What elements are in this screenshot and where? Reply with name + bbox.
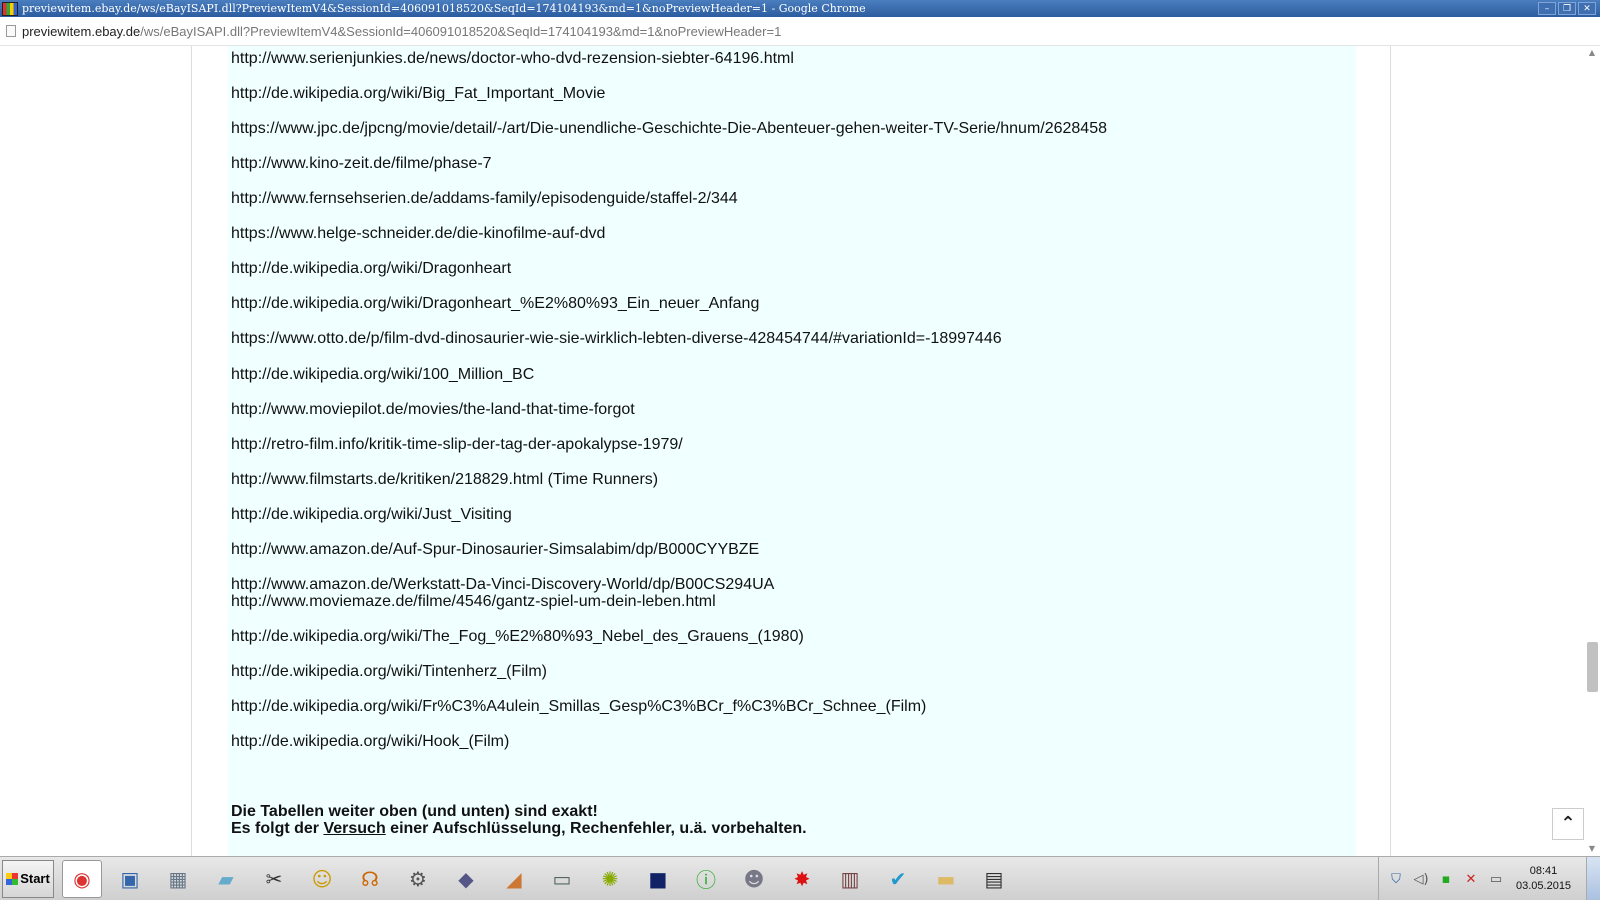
list-item: http://www.amazon.de/Werkstatt-Da-Vinci-… [231,576,775,593]
chrome-icon[interactable]: ◉ [62,859,102,898]
list-item: https://www.otto.de/p/film-dvd-dinosauri… [231,330,1002,347]
list-item: http://de.wikipedia.org/wiki/The_Fog_%E2… [231,628,804,645]
start-label: Start [20,871,50,886]
system-tray: ⛉ ◁) ▪ ✕ ▭ 08:41 03.05.2015 [1378,857,1600,900]
list-item: http://www.kino-zeit.de/filme/phase-7 [231,155,492,172]
splat-icon[interactable]: ✸ [782,860,822,898]
list-item: https://www.helge-schneider.de/die-kinof… [231,225,606,242]
page-frame-left [191,46,192,856]
address-bar[interactable]: previewitem.ebay.de/ws/eBayISAPI.dll?Pre… [0,17,1600,46]
list-item: http://de.wikipedia.org/wiki/Hook_(Film) [231,733,510,750]
graduation-icon[interactable]: ◆ [446,860,486,898]
list-item: http://www.moviemaze.de/filme/4546/gantz… [231,593,716,610]
list-item: http://www.filmstarts.de/kritiken/218829… [231,471,659,488]
scroll-thumb[interactable] [1587,642,1598,692]
list-item: http://de.wikipedia.org/wiki/Big_Fat_Imp… [231,85,606,102]
list-item: https://www.jpc.de/jpcng/movie/detail/-/… [231,120,1107,137]
list-item: http://retro-film.info/kritik-time-slip-… [231,436,683,453]
chrome-window-icon [2,1,18,16]
list-item: http://de.wikipedia.org/wiki/100_Million… [231,366,535,383]
window-title: previewitem.ebay.de/ws/eBayISAPI.dll?Pre… [22,2,866,15]
image-viewer-icon[interactable]: ▣ [110,860,150,898]
versuch-link[interactable]: Versuch [323,820,385,837]
scroll-up-arrow-icon[interactable]: ▲ [1584,46,1600,60]
list-item: http://de.wikipedia.org/wiki/Dragonheart [231,260,512,277]
settings-icon[interactable]: ⚙ [398,860,438,898]
page-icon [6,25,16,37]
page-viewport: http://www.serienjunkies.de/news/doctor-… [0,46,1584,856]
shield-icon[interactable]: ⛉ [1388,871,1404,887]
start-button[interactable]: Start [2,859,54,898]
notes-suffix: einer Aufschlüsselung, Rechenfehler, u.ä… [385,820,807,837]
notes-prefix: Es folgt der [231,820,324,837]
list-item: http://de.wikipedia.org/wiki/Dragonheart… [231,295,760,312]
notebook-icon[interactable]: ▰ [206,860,246,898]
list-item: http://www.serienjunkies.de/news/doctor-… [231,50,794,67]
clock-time: 08:41 [1529,865,1558,877]
list-item: http://www.moviepilot.de/movies/the-land… [231,401,635,418]
calculator-icon[interactable]: ▦ [158,860,198,898]
info-icon[interactable]: ⓘ [686,860,726,898]
show-desktop-button[interactable] [1586,857,1600,900]
puzzle-icon[interactable]: ◢ [494,860,534,898]
scroll-to-top-button[interactable]: ⌃ [1552,808,1584,840]
network-error-icon[interactable]: ✕ [1463,871,1479,887]
address-domain[interactable]: previewitem.ebay.de [22,24,140,39]
list-item: http://www.fernsehserien.de/addams-famil… [231,190,738,207]
twitter-icon[interactable]: ✔ [878,860,918,898]
vertical-scrollbar[interactable]: ▲ ▼ [1584,46,1600,856]
address-path[interactable]: /ws/eBayISAPI.dll?PreviewItemV4&SessionI… [140,24,781,39]
windows-flag-icon [6,872,19,885]
kindle-icon[interactable]: ■ [638,860,678,898]
window-icon[interactable]: ▭ [542,860,582,898]
folder-icon[interactable]: ▬ [926,860,966,898]
page-frame-right [1390,46,1391,856]
list-item: http://de.wikipedia.org/wiki/Tintenherz_… [231,663,547,680]
minimize-button[interactable]: – [1538,2,1556,15]
gpu-icon[interactable]: ▪ [1438,871,1454,887]
scroll-down-arrow-icon[interactable]: ▼ [1584,842,1600,856]
window-title-bar: previewitem.ebay.de/ws/eBayISAPI.dll?Pre… [0,0,1600,17]
scissors-icon[interactable]: ✂ [254,860,294,898]
headphones-icon[interactable]: ☊ [350,860,390,898]
smiley-icon[interactable]: ☺ [302,860,342,898]
notes-heading: Die Tabellen weiter oben (und unten) sin… [231,803,598,820]
notepad-icon[interactable]: ▤ [974,860,1014,898]
list-item: http://de.wikipedia.org/wiki/Just_Visiti… [231,506,512,523]
volume-icon[interactable]: ◁) [1413,871,1429,887]
shell-icon[interactable]: ✺ [590,860,630,898]
list-item: http://de.wikipedia.org/wiki/Fr%C3%A4ule… [231,698,927,715]
maximize-button[interactable]: ❐ [1558,2,1576,15]
user-icon[interactable]: ☻ [734,860,774,898]
books-icon[interactable]: ▥ [830,860,870,898]
list-item: http://www.amazon.de/Auf-Spur-Dinosaurie… [231,541,760,558]
network-icon[interactable]: ▭ [1488,871,1504,887]
clock[interactable]: 08:41 03.05.2015 [1516,864,1571,894]
taskbar: Start ◉ ▣ ▦ ▰ ✂ ☺ ☊ ⚙ ◆ ◢ ▭ ✺ ■ ⓘ ☻ ✸ ▥ ✔ ▬ ▤ ⛉ ◁) ▪ ✕ ▭ 08… [0,856,1600,900]
notes-subheading: Es folgt der Versuch einer Aufschlüsselu… [231,820,807,838]
clock-date: 03.05.2015 [1516,880,1572,892]
close-button[interactable]: ✕ [1578,2,1596,15]
